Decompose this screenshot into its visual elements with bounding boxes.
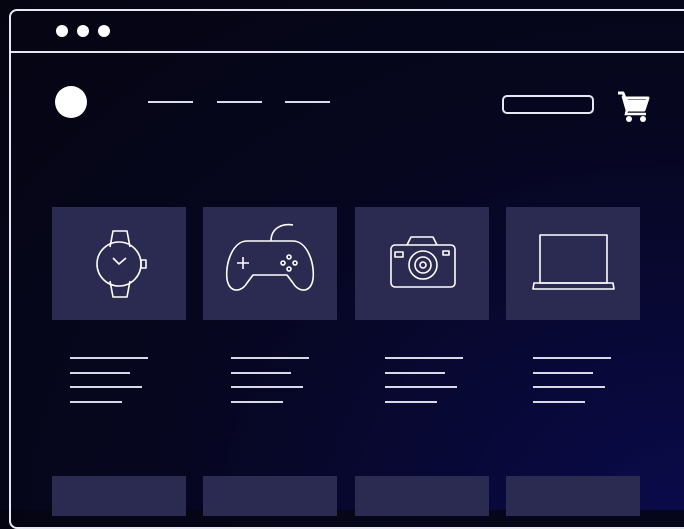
text-placeholder <box>70 357 148 359</box>
logo-icon[interactable] <box>55 86 87 118</box>
window-control-dot[interactable] <box>98 25 110 37</box>
text-placeholder <box>70 386 142 388</box>
window-control-dot[interactable] <box>56 25 68 37</box>
product-card[interactable] <box>203 476 337 516</box>
product-card[interactable] <box>506 476 640 516</box>
text-placeholder <box>533 401 585 403</box>
text-placeholder <box>231 372 291 374</box>
product-card[interactable] <box>355 476 489 516</box>
product-card[interactable] <box>52 476 186 516</box>
search-input[interactable] <box>502 95 594 114</box>
product-card[interactable] <box>506 207 640 320</box>
text-placeholder <box>385 372 445 374</box>
text-placeholder <box>533 386 605 388</box>
camera-icon <box>390 236 456 288</box>
text-placeholder <box>385 401 437 403</box>
window-control-dot[interactable] <box>77 25 89 37</box>
text-placeholder <box>231 386 303 388</box>
product-card[interactable] <box>52 207 186 320</box>
text-placeholder <box>70 401 122 403</box>
text-placeholder <box>385 357 463 359</box>
laptop-icon <box>532 234 615 290</box>
product-card[interactable] <box>203 207 337 320</box>
nav-item[interactable] <box>148 101 193 103</box>
text-placeholder <box>533 372 593 374</box>
text-placeholder <box>70 372 130 374</box>
text-placeholder <box>231 357 309 359</box>
cart-icon[interactable] <box>615 88 651 124</box>
watch-icon <box>96 230 147 298</box>
text-placeholder <box>385 386 457 388</box>
text-placeholder <box>533 357 611 359</box>
nav-item[interactable] <box>217 101 262 103</box>
product-card[interactable] <box>355 207 489 320</box>
title-bar <box>11 11 684 53</box>
gamepad-icon <box>225 223 315 291</box>
nav-item[interactable] <box>285 101 330 103</box>
text-placeholder <box>231 401 283 403</box>
